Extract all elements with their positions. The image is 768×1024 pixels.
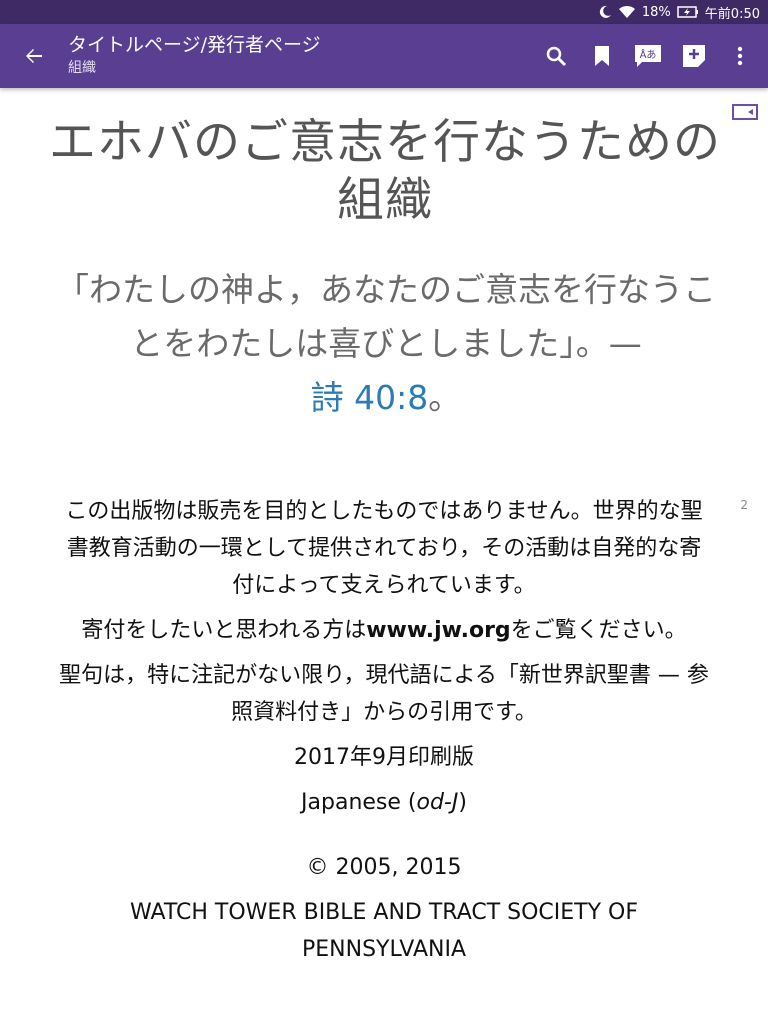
- language-code: od-J: [416, 790, 459, 815]
- website-link[interactable]: www.jw.org: [366, 618, 510, 643]
- language-line: Japanese (od-J): [56, 784, 712, 821]
- page-subtitle: 組織: [68, 60, 96, 76]
- print-date: 2017年9月印刷版: [294, 745, 474, 770]
- copyright: © 2005, 2015: [306, 855, 462, 880]
- app-bar: タイトルページ/発行者ページ 組織 Åあ: [0, 24, 768, 88]
- publisher-info: この出版物は販売を目的としたものではありません。世界的な聖書教育活動の一環として…: [56, 493, 712, 976]
- app-bar-actions: Åあ: [542, 38, 754, 74]
- language-prefix: Japanese (: [301, 790, 417, 815]
- search-button[interactable]: [542, 42, 570, 70]
- bible-translation-notice: 聖句は，特に注記がない限り，現代語による「新世界訳聖書 — 参照資料付き」からの…: [59, 663, 709, 725]
- arrow-left-icon: [26, 49, 42, 63]
- quote-end: 。: [428, 378, 462, 417]
- article-content[interactable]: エホバのご意志を行なうための組織 「わたしの神よ，あなたのご意志を行なうことをわ…: [0, 88, 768, 1024]
- more-vert-icon: [737, 46, 743, 66]
- status-bar: 18% 午前0:50: [0, 0, 768, 24]
- donation-notice: 寄付をしたいと思われる方はwww.jw.orgをご覧ください。: [56, 612, 712, 649]
- wifi-icon: [618, 5, 636, 19]
- not-for-sale-notice: この出版物は販売を目的としたものではありません。世界的な聖書教育活動の一環として…: [65, 499, 703, 598]
- donation-text-after: をご覧ください。: [510, 618, 687, 643]
- language-suffix: ): [458, 790, 467, 815]
- bookmark-icon: [595, 46, 609, 66]
- app-bar-titles: タイトルページ/発行者ページ 組織: [68, 32, 321, 78]
- donation-text-before: 寄付をしたいと思われる方は: [81, 618, 367, 643]
- publisher-name: WATCH TOWER BIBLE AND TRACT SOCIETY OF P…: [129, 900, 639, 962]
- more-options-button[interactable]: [726, 42, 754, 70]
- moon-icon: [598, 5, 612, 19]
- search-icon: [546, 46, 567, 67]
- scripture-link[interactable]: 詩 40:8: [311, 378, 429, 417]
- language-button[interactable]: Åあ: [634, 42, 662, 70]
- side-panel-toggle[interactable]: [732, 104, 758, 120]
- battery-percent: 18%: [641, 4, 671, 20]
- language-icon: Åあ: [635, 45, 661, 67]
- add-note-icon: [683, 45, 705, 67]
- page-title: タイトルページ/発行者ページ: [68, 34, 321, 56]
- article-title: エホバのご意志を行なうための組織: [49, 115, 721, 228]
- paragraph-number: 2: [740, 498, 748, 512]
- language-label: Åあ: [640, 48, 657, 61]
- theme-scripture: 「わたしの神よ，あなたのご意志を行なうことをわたしは喜びとしました」。— 詩 40…: [48, 263, 724, 425]
- quote-text: 「わたしの神よ，あなたのご意志を行なうことをわたしは喜びとしました」。—: [56, 270, 716, 363]
- battery-charging-icon: [677, 5, 699, 19]
- add-note-button[interactable]: [680, 42, 708, 70]
- clock: 午前0:50: [704, 6, 760, 22]
- back-button[interactable]: [20, 42, 48, 70]
- bookmark-button[interactable]: [588, 42, 616, 70]
